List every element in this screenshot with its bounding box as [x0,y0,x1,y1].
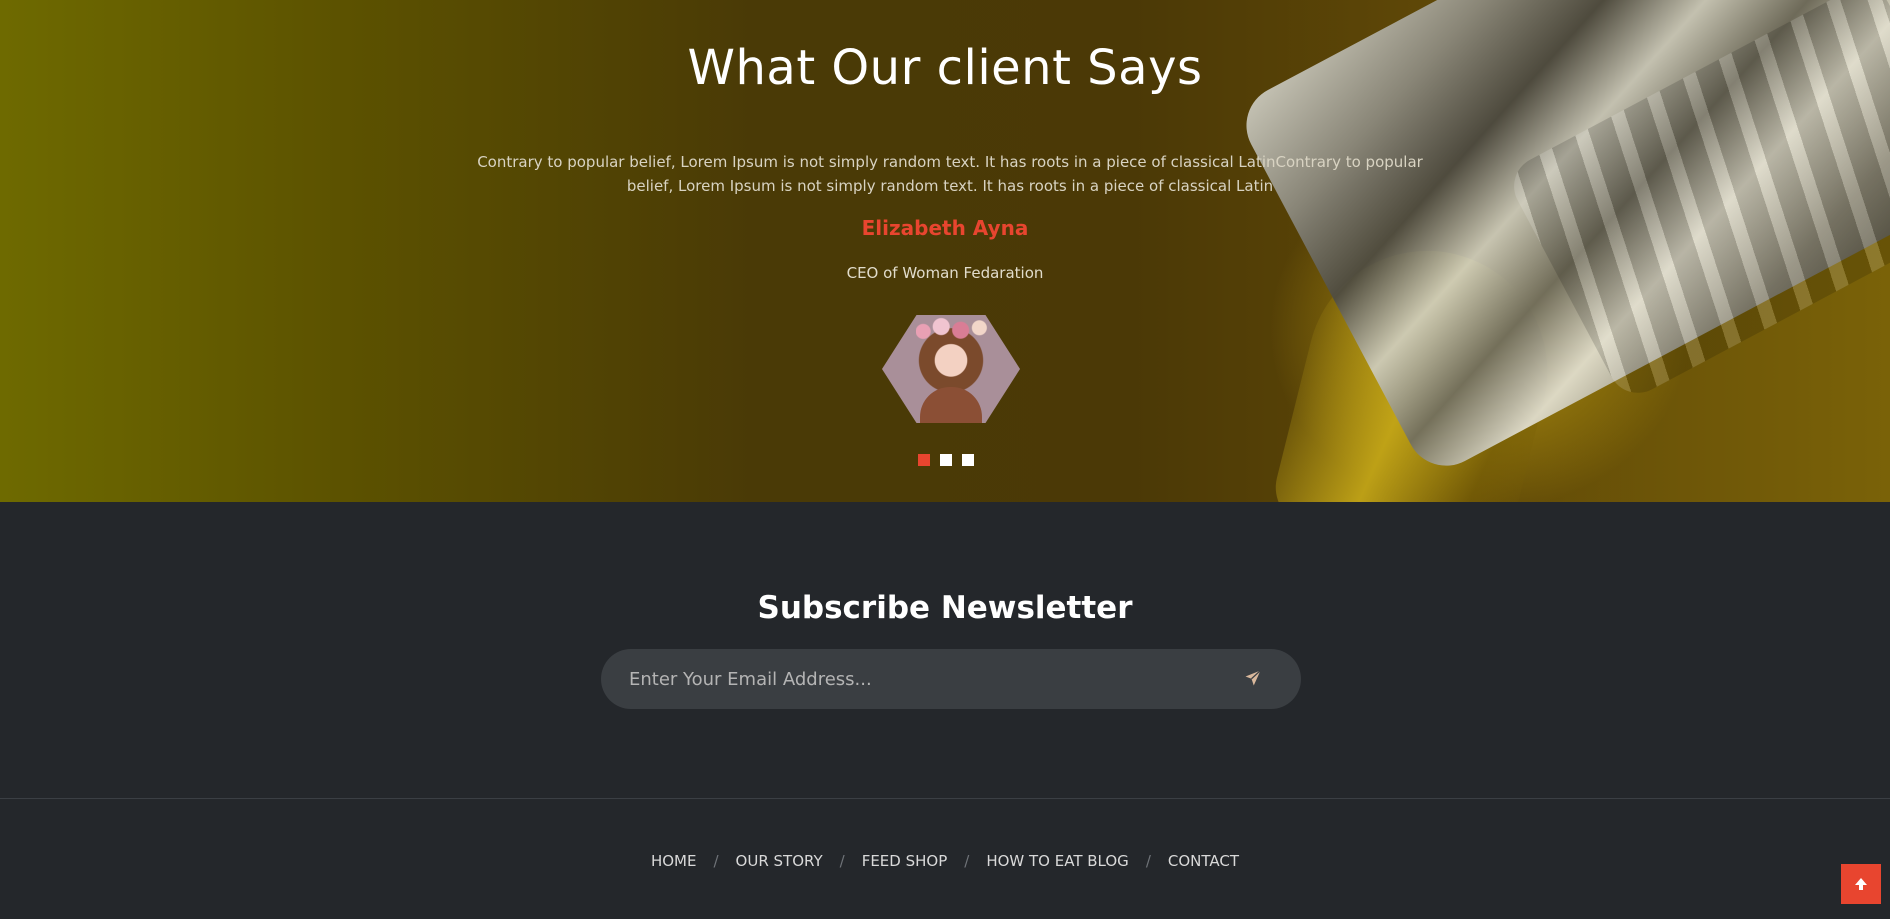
footer-divider [0,798,1890,799]
avatar-shoulders [920,387,982,423]
testimonial-author-role: CEO of Woman Fedaration [846,264,1044,282]
testimonial-title: What Our client Says [687,40,1203,96]
nav-separator: / [839,852,845,870]
footer-link-contact[interactable]: CONTACT [1168,852,1239,870]
testimonial-quote: Contrary to popular belief, Lorem Ipsum … [477,153,1423,195]
nav-separator: / [713,852,719,870]
carousel-dot-2[interactable] [940,454,952,466]
footer-nav: HOME / OUR STORY / FEED SHOP / HOW TO EA… [0,852,1890,870]
testimonial-avatar [882,315,1020,423]
arrow-up-icon [1855,878,1867,890]
flower-crown [916,317,988,341]
paper-plane-icon [1245,669,1261,685]
carousel-dots [918,454,974,466]
footer-link-feed-shop[interactable]: FEED SHOP [862,852,948,870]
footer-link-our-story[interactable]: OUR STORY [736,852,823,870]
carousel-dot-1[interactable] [918,454,930,466]
footer-link-blog[interactable]: HOW TO EAT BLOG [986,852,1128,870]
testimonial-section: What Our client Says Contrary to popular… [0,0,1890,502]
newsletter-form [601,649,1301,709]
testimonial-author-name: Elizabeth Ayna [861,216,1029,240]
newsletter-title: Subscribe Newsletter [757,590,1133,626]
carousel-dot-3[interactable] [962,454,974,466]
nav-separator: / [964,852,970,870]
nav-separator: / [1145,852,1151,870]
send-button[interactable] [1241,667,1265,691]
scroll-to-top-button[interactable] [1841,864,1881,904]
footer-link-home[interactable]: HOME [651,852,697,870]
email-input[interactable] [629,649,1209,709]
